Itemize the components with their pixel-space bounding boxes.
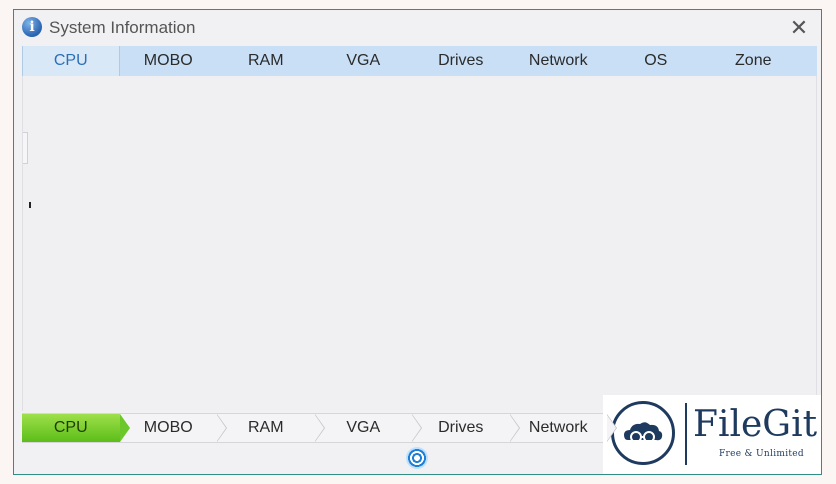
content-panel bbox=[22, 76, 817, 411]
step-drives[interactable]: Drives bbox=[412, 414, 519, 442]
step-mobo[interactable]: MOBO bbox=[120, 414, 227, 442]
tab-network[interactable]: Network bbox=[510, 46, 608, 76]
step-vga[interactable]: VGA bbox=[315, 414, 422, 442]
title-bar: i System Information ✕ bbox=[14, 10, 821, 46]
content-mark bbox=[29, 202, 31, 208]
watermark-divider bbox=[685, 403, 687, 465]
tab-zone[interactable]: Zone bbox=[705, 46, 803, 76]
panel-edge-handle bbox=[23, 132, 28, 164]
tab-mobo[interactable]: MOBO bbox=[120, 46, 218, 76]
step-cpu[interactable]: CPU bbox=[22, 414, 129, 442]
top-tab-bar: CPU MOBO RAM VGA Drives Network OS Zone bbox=[22, 46, 817, 76]
filegit-watermark: FileGit Free & Unlimited bbox=[603, 395, 821, 474]
watermark-brand-name: FileGit bbox=[693, 404, 818, 445]
tab-vga[interactable]: VGA bbox=[315, 46, 413, 76]
close-button[interactable]: ✕ bbox=[789, 17, 809, 39]
window-title: System Information bbox=[49, 18, 196, 37]
tab-ram[interactable]: RAM bbox=[217, 46, 315, 76]
tab-os[interactable]: OS bbox=[607, 46, 705, 76]
tab-drives[interactable]: Drives bbox=[412, 46, 510, 76]
info-icon: i bbox=[22, 17, 42, 37]
filegit-logo-icon bbox=[611, 401, 675, 465]
step-network[interactable]: Network bbox=[510, 414, 617, 442]
refresh-spinner-icon[interactable] bbox=[406, 447, 428, 469]
step-ram[interactable]: RAM bbox=[217, 414, 324, 442]
tab-cpu[interactable]: CPU bbox=[22, 46, 120, 76]
watermark-tagline: Free & Unlimited bbox=[719, 449, 804, 459]
